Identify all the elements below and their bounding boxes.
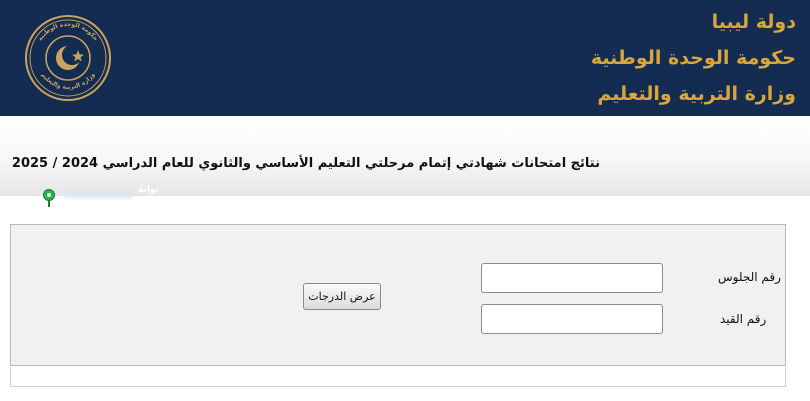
header-line-government: حكومة الوحدة الوطنية (590, 47, 796, 69)
svg-text:حكومة الوحدة الوطنية: حكومة الوحدة الوطنية (37, 21, 100, 42)
emblem-top-text: حكومة الوحدة الوطنية (37, 21, 100, 42)
portal-label: بوابة (138, 185, 159, 195)
results-form-panel (10, 224, 786, 366)
page-title: نتائج امتحانات شهادتي إتمام مرحلتي التعل… (11, 156, 600, 171)
registration-number-label: رقم القيد (720, 312, 767, 326)
ministry-emblem-icon: حكومة الوحدة الوطنية وزارة التربية والتع… (25, 15, 111, 101)
site-header: حكومة الوحدة الوطنية وزارة التربية والتع… (0, 0, 810, 116)
registration-number-input[interactable] (481, 304, 663, 334)
header-titles: دولة ليبيا حكومة الوحدة الوطنية وزارة ال… (476, 4, 796, 112)
results-area (10, 367, 786, 387)
emblem-bottom-text: وزارة التربية والتعليم (40, 71, 97, 91)
seat-number-label: رقم الجلوس (718, 270, 781, 284)
portal-strip: بوابة (40, 185, 230, 207)
seat-number-input[interactable] (481, 263, 663, 293)
header-line-state: دولة ليبيا (711, 11, 796, 33)
map-pin-icon (43, 189, 55, 207)
header-line-ministry: وزارة التربية والتعليم (597, 83, 796, 105)
svg-text:وزارة التربية والتعليم: وزارة التربية والتعليم (40, 71, 97, 91)
show-grades-button[interactable]: عرض الدرجات (303, 283, 381, 310)
portal-link-blurred (62, 191, 134, 198)
